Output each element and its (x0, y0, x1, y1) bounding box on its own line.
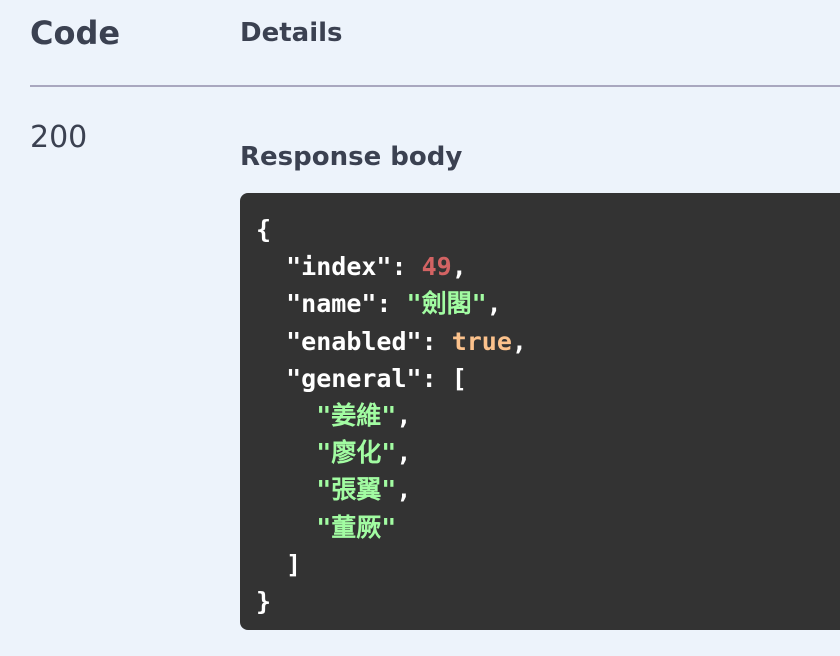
json-value-enabled: true (451, 326, 512, 356)
response-body-code-block[interactable]: { "index": 49, "name": "劍閣", "enabled": … (240, 193, 840, 630)
json-line: { (256, 211, 840, 248)
response-status-code: 200 (30, 120, 88, 155)
json-line: "enabled": true, (286, 326, 527, 356)
json-line: "董厥" (256, 509, 840, 546)
json-general-item: "姜維" (316, 400, 397, 430)
response-panel: Code Details 200 Response body { "index"… (0, 0, 840, 656)
json-key-name: "name" (286, 289, 377, 319)
json-general-item: "廖化" (316, 438, 397, 468)
json-line: "張翼", (316, 475, 412, 505)
json-line: "index": 49, (286, 252, 467, 282)
json-close-brace: } (256, 586, 272, 616)
json-open-bracket: [ (451, 363, 467, 393)
code-column-header: Code (30, 14, 121, 52)
json-line: } (256, 583, 840, 620)
json-line: "廖化", (316, 438, 412, 468)
json-key-enabled: "enabled" (286, 326, 422, 356)
json-general-item: "張翼" (316, 475, 397, 505)
json-value-index: 49 (421, 252, 452, 282)
json-close-bracket: ] (286, 549, 302, 579)
response-body-label: Response body (240, 142, 463, 172)
json-line: "姜維", (316, 400, 412, 430)
json-line: "general": [ (286, 363, 467, 393)
responses-table-header: Code Details (30, 10, 840, 54)
json-value-name: "劍閣" (406, 289, 487, 319)
json-key-index: "index" (286, 252, 392, 282)
json-open-brace: { (256, 215, 272, 244)
json-key-general: "general" (286, 363, 422, 393)
json-line: ] (256, 546, 840, 583)
json-line: "name": "劍閣", (286, 289, 502, 319)
header-divider (30, 85, 840, 87)
json-general-item: "董厥" (316, 512, 397, 542)
details-column-header: Details (240, 18, 343, 48)
